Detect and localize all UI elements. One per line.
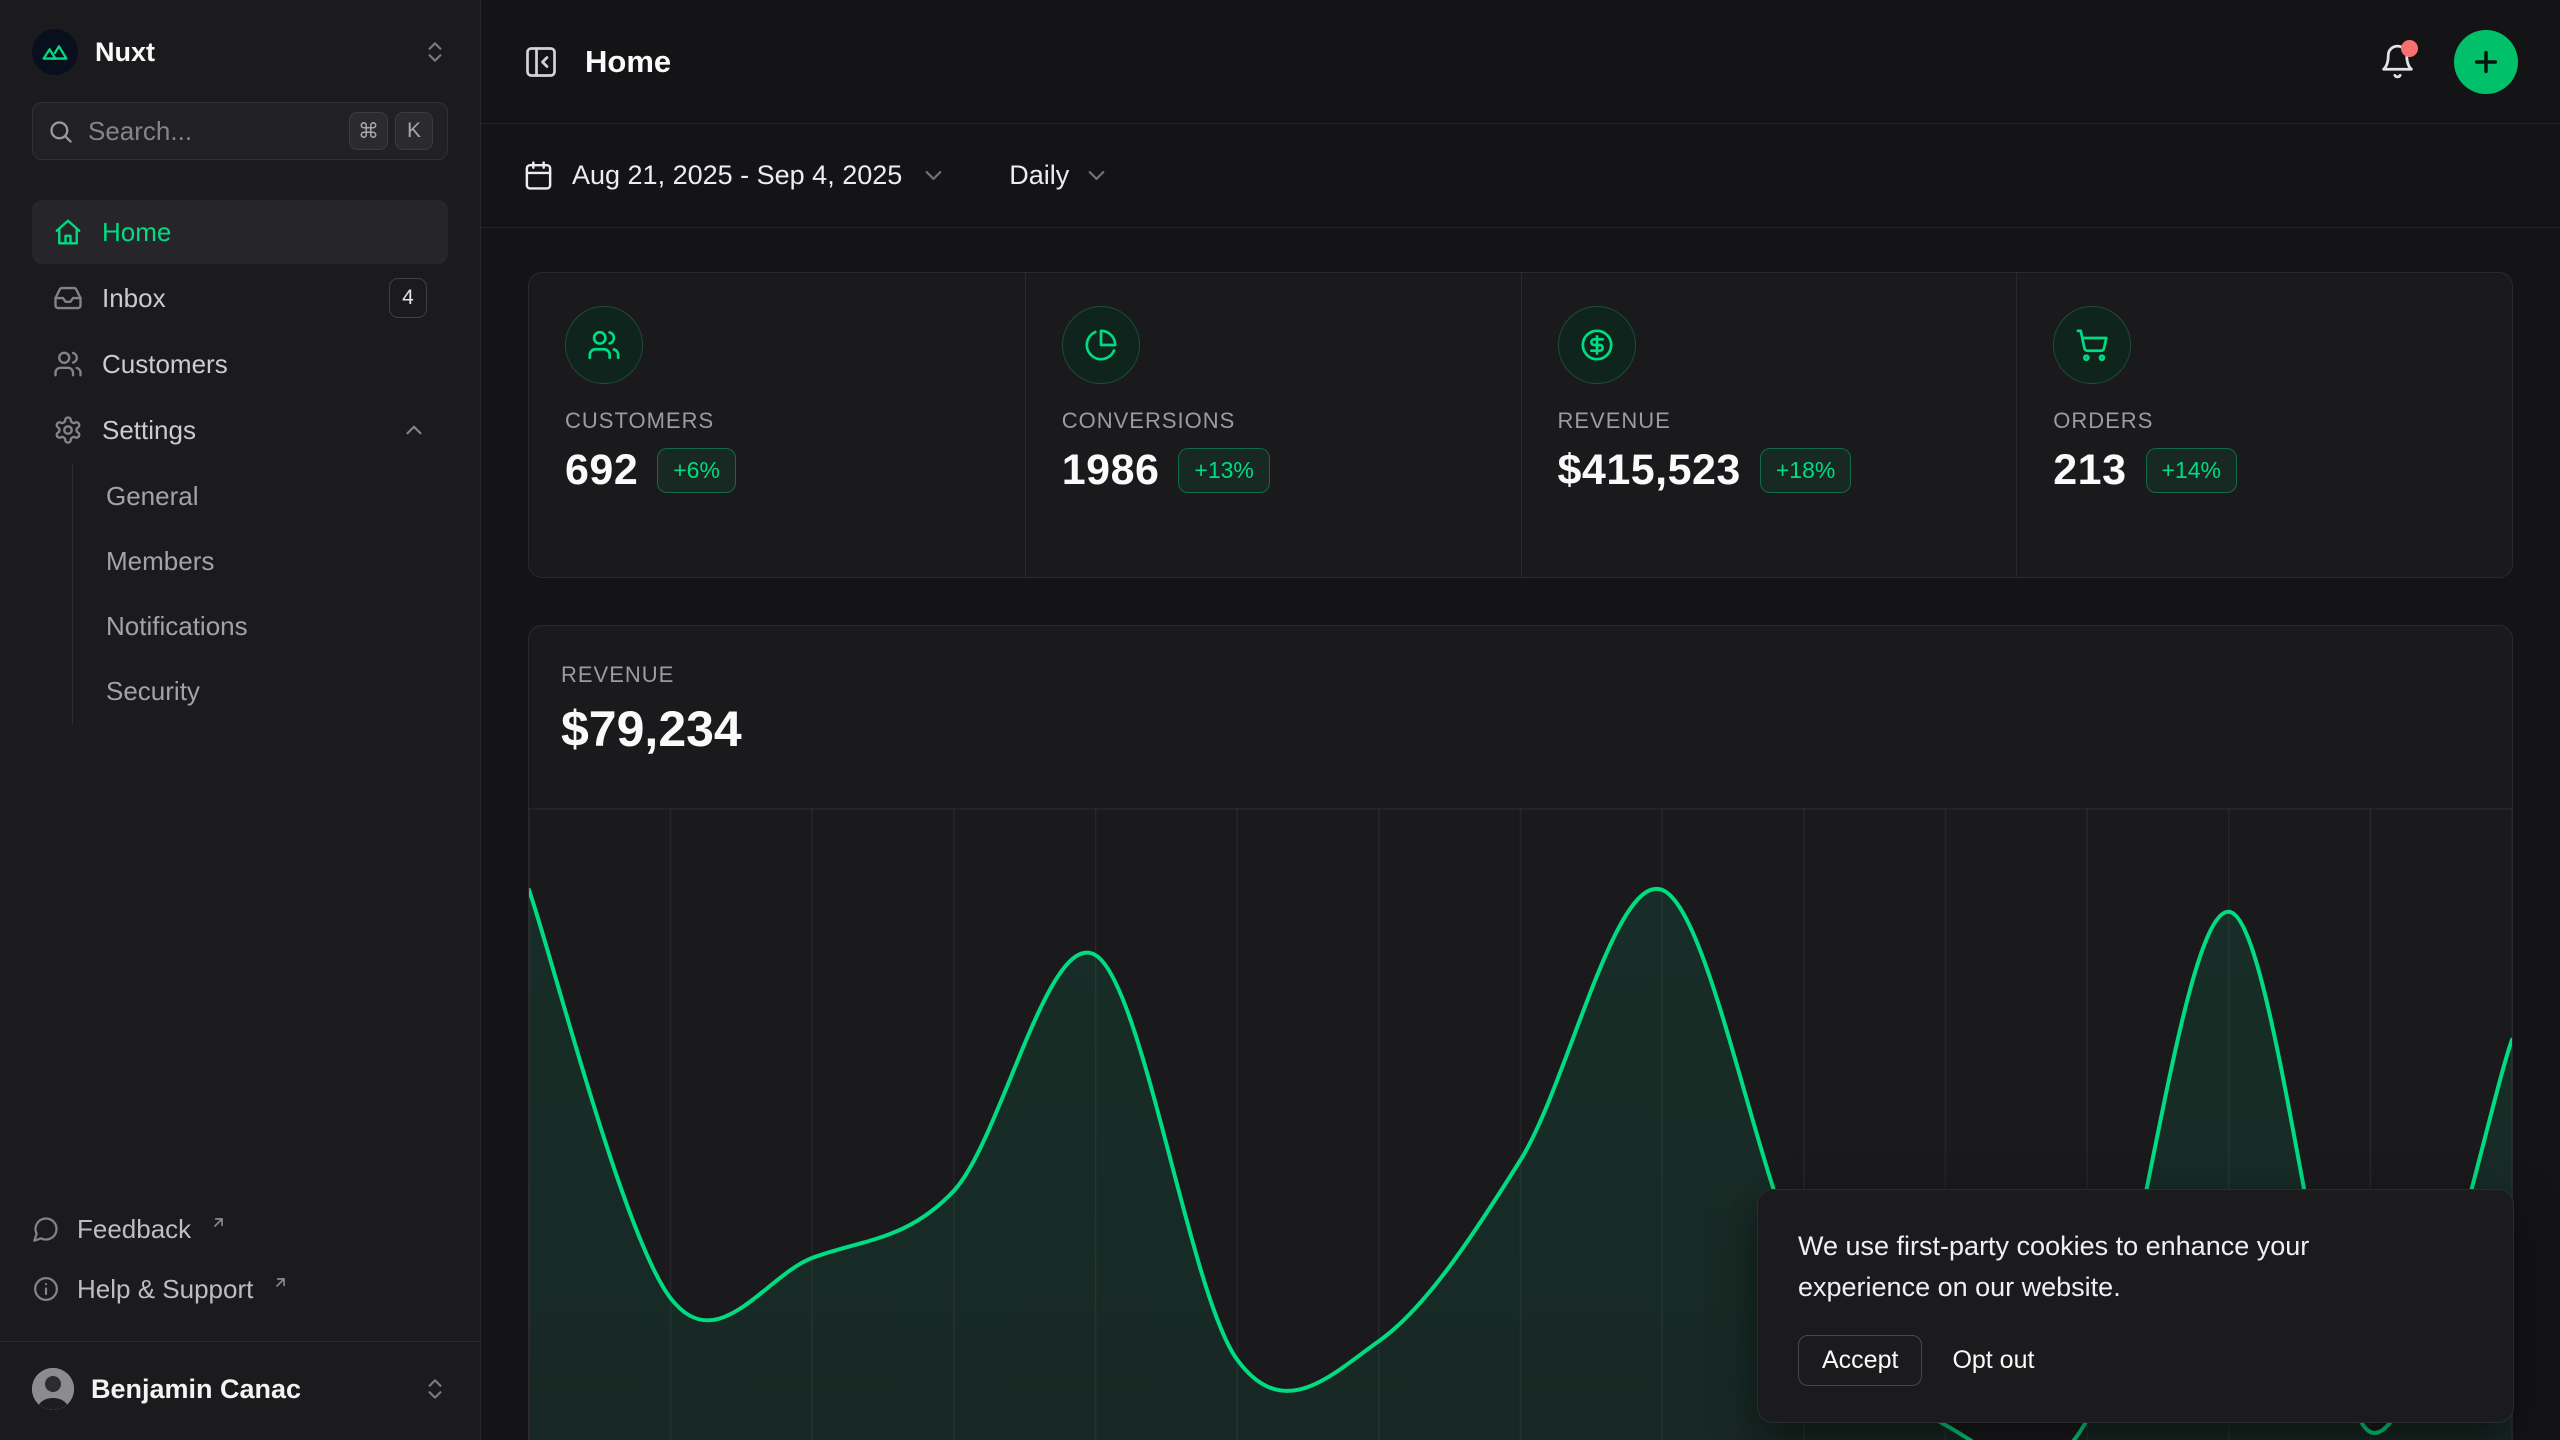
user-section: Benjamin Canac [0,1341,480,1440]
period-value: Daily [1009,160,1069,191]
sidebar-item-general[interactable]: General [106,464,448,529]
user-name: Benjamin Canac [91,1374,301,1405]
chevrons-up-down-icon [422,1376,448,1402]
message-circle-icon [32,1215,60,1243]
stat-card-revenue: REVENUE $415,523 +18% [1521,273,2017,577]
inbox-icon [53,283,83,313]
sidebar-item-security[interactable]: Security [106,659,448,724]
period-select[interactable]: Daily [1009,160,1110,191]
revenue-chart-total: $79,234 [561,700,2480,758]
sidebar-item-home[interactable]: Home [32,200,448,264]
sidebar-collapse-icon[interactable] [523,44,559,80]
sidebar-item-inbox[interactable]: Inbox 4 [32,266,448,330]
help-support-label: Help & Support [77,1274,253,1305]
stat-label: CONVERSIONS [1062,408,1485,434]
calendar-icon [523,160,554,191]
stat-delta-badge: +18% [1760,448,1851,493]
stats-grid: CUSTOMERS 692 +6% CONVERSIONS 1986 +13% [528,272,2513,578]
search-input[interactable] [88,116,335,147]
sidebar-nav: Home Inbox 4 Customers Settings [32,200,448,724]
nuxt-logo-icon [32,29,78,75]
search-box[interactable]: ⌘ K [32,102,448,160]
notifications-button[interactable] [2379,43,2416,80]
feedback-label: Feedback [77,1214,191,1245]
external-link-icon [210,1214,227,1231]
workspace-switcher[interactable]: Nuxt [32,28,448,76]
stat-card-conversions: CONVERSIONS 1986 +13% [1025,273,1521,577]
app-header: Home [481,0,2560,124]
search-shortcut: ⌘ K [349,112,433,150]
stat-value: 1986 [1062,446,1160,495]
pie-chart-icon [1062,306,1140,384]
stat-label: REVENUE [1558,408,1981,434]
cookie-message: We use first-party cookies to enhance yo… [1798,1226,2428,1307]
settings-subnav: General Members Notifications Security [72,464,448,724]
stat-value: 213 [2053,446,2126,495]
sidebar-item-label: Settings [102,415,196,446]
notification-dot [2401,40,2418,57]
shopping-cart-icon [2053,306,2131,384]
page-title: Home [585,44,671,80]
stat-delta-badge: +14% [2146,448,2237,493]
chevron-down-icon [1083,162,1110,189]
stat-card-customers: CUSTOMERS 692 +6% [529,273,1025,577]
search-icon [47,118,74,145]
filters-toolbar: Aug 21, 2025 - Sep 4, 2025 Daily [481,124,2560,228]
inbox-count-badge: 4 [389,278,427,318]
feedback-link[interactable]: Feedback [32,1199,448,1259]
sidebar-item-label: Home [102,217,171,248]
stat-label: CUSTOMERS [565,408,989,434]
sidebar-item-label: Inbox [102,283,166,314]
date-range-picker[interactable]: Aug 21, 2025 - Sep 4, 2025 [523,160,947,191]
chevrons-up-down-icon [422,39,448,65]
users-icon [565,306,643,384]
kbd-k: K [395,112,433,150]
stat-value: 692 [565,446,638,495]
workspace-name: Nuxt [95,37,155,68]
stat-delta-badge: +13% [1178,448,1269,493]
info-icon [32,1275,60,1303]
chevron-down-icon [920,162,947,189]
opt-out-button[interactable]: Opt out [1952,1346,2034,1375]
kbd-cmd: ⌘ [349,112,388,150]
sidebar-item-notifications[interactable]: Notifications [106,594,448,659]
cookie-banner: We use first-party cookies to enhance yo… [1757,1189,2514,1423]
plus-icon [2470,46,2502,78]
sidebar-item-label: Customers [102,349,228,380]
stat-label: ORDERS [2053,408,2476,434]
sidebar-item-members[interactable]: Members [106,529,448,594]
chevron-up-icon [401,417,427,443]
stat-card-orders: ORDERS 213 +14% [2016,273,2512,577]
user-menu[interactable]: Benjamin Canac [32,1358,448,1420]
sidebar: Nuxt ⌘ K Home [0,0,481,1440]
circle-dollar-icon [1558,306,1636,384]
add-button[interactable] [2454,30,2518,94]
revenue-chart-label: REVENUE [561,662,2480,688]
date-range-value: Aug 21, 2025 - Sep 4, 2025 [572,160,902,191]
stat-value: $415,523 [1558,446,1741,495]
avatar [32,1368,74,1410]
sidebar-item-settings[interactable]: Settings [32,398,448,462]
accept-button[interactable]: Accept [1798,1335,1922,1386]
external-link-icon [272,1274,289,1291]
help-support-link[interactable]: Help & Support [32,1259,448,1319]
users-icon [53,349,83,379]
sidebar-item-customers[interactable]: Customers [32,332,448,396]
home-icon [53,217,83,247]
stat-delta-badge: +6% [657,448,736,493]
gear-icon [53,415,83,445]
